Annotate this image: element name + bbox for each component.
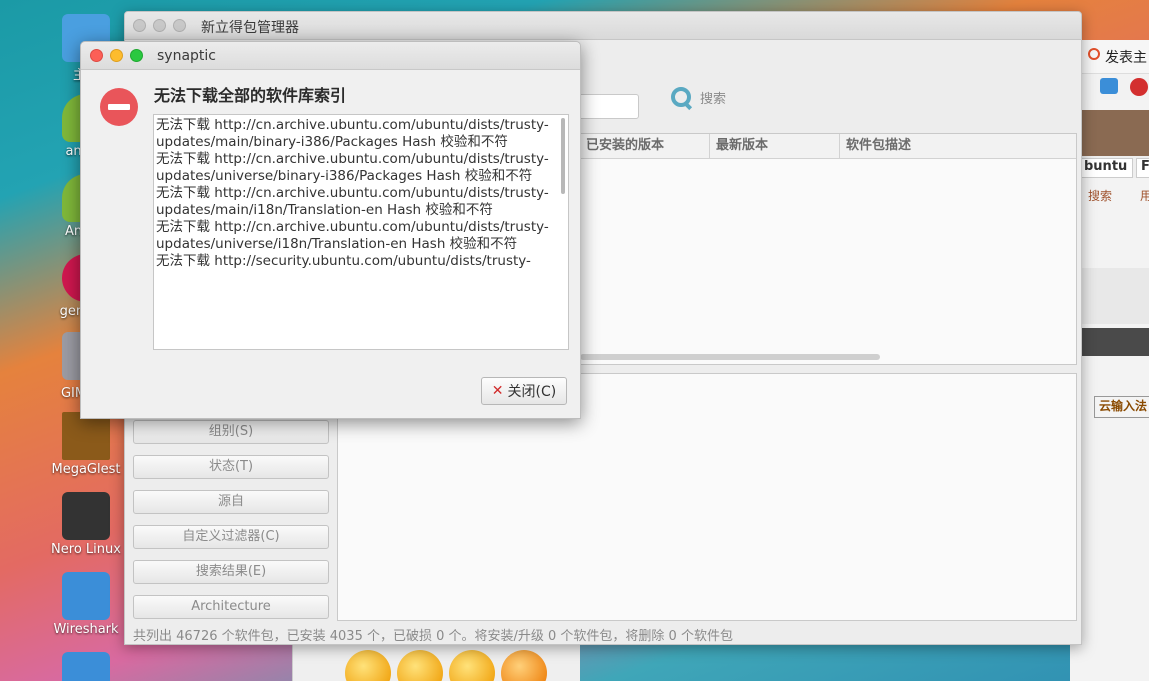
emoji-icon[interactable] [345, 650, 391, 681]
dialog-heading: 无法下载全部的软件库索引 [154, 86, 347, 105]
cloud-input-button[interactable]: 云输入法 [1094, 396, 1149, 418]
error-dialog: synaptic 无法下载全部的软件库索引 无法下载 http://cn.arc… [80, 41, 581, 419]
video-icon [62, 652, 110, 681]
filter-architecture-button[interactable]: Architecture [133, 595, 329, 619]
filter-sections-button[interactable]: 组别(S) [133, 420, 329, 444]
tab-f[interactable]: F [1136, 158, 1149, 178]
search-button-label: 搜索 [700, 91, 727, 107]
emoji-icon[interactable] [397, 650, 443, 681]
filter-custom-button[interactable]: 自定义过滤器(C) [133, 525, 329, 549]
ubuntu-logo-icon [1088, 48, 1100, 60]
emoji-strip [292, 644, 580, 681]
link-search[interactable]: 搜索 [1088, 187, 1112, 204]
error-icon [100, 88, 138, 126]
tab-ubuntu[interactable]: buntu [1078, 158, 1134, 178]
desktop-icon-video[interactable] [20, 652, 152, 681]
maximize-window-icon[interactable] [173, 19, 186, 32]
filter-origin-button[interactable]: 源自 [133, 490, 329, 514]
maximize-dialog-icon[interactable] [130, 49, 143, 62]
main-window-title: 新立得包管理器 [201, 20, 299, 36]
close-dialog-icon[interactable] [90, 49, 103, 62]
dialog-title: synaptic [157, 48, 216, 64]
cloud-icon[interactable] [1100, 78, 1118, 94]
filter-status-button[interactable]: 状态(T) [133, 455, 329, 479]
column-package-description[interactable]: 软件包描述 [840, 134, 1076, 159]
error-message: 无法下载 http://cn.archive.ubuntu.com/ubuntu… [156, 185, 549, 218]
minimize-dialog-icon[interactable] [110, 49, 123, 62]
close-button-label: 关闭(C) [507, 384, 557, 400]
error-message: 无法下载 http://cn.archive.ubuntu.com/ubuntu… [156, 219, 549, 252]
search-button[interactable]: 搜索 [670, 82, 726, 112]
column-latest-version[interactable]: 最新版本 [710, 134, 840, 159]
ad-icon[interactable] [1130, 78, 1148, 96]
link-other[interactable]: 用 [1140, 187, 1149, 204]
message-scrollbar[interactable] [561, 118, 565, 194]
main-titlebar: 新立得包管理器 [125, 12, 1081, 40]
close-window-icon[interactable] [133, 19, 146, 32]
disc-icon [62, 492, 110, 540]
close-x-icon: ✕ [491, 383, 504, 399]
browser-title: 发表主 [1105, 50, 1147, 66]
emoji-icon[interactable] [449, 650, 495, 681]
search-icon [670, 86, 692, 108]
error-message-box[interactable]: 无法下载 http://cn.archive.ubuntu.com/ubuntu… [153, 114, 569, 350]
filter-search-results-button[interactable]: 搜索结果(E) [133, 560, 329, 584]
wireshark-icon [62, 572, 110, 620]
column-installed-version[interactable]: 已安装的版本 [580, 134, 710, 159]
minimize-window-icon[interactable] [153, 19, 166, 32]
error-message: 无法下载 http://cn.archive.ubuntu.com/ubuntu… [156, 151, 549, 184]
error-message-list: 无法下载 http://cn.archive.ubuntu.com/ubuntu… [154, 115, 568, 270]
emoji-icon[interactable] [501, 650, 547, 681]
status-bar: 共列出 46726 个软件包，已安装 4035 个，已破损 0 个。将安装/升级… [133, 629, 733, 644]
dialog-titlebar: synaptic [81, 42, 580, 70]
close-button[interactable]: ✕ 关闭(C) [481, 377, 567, 405]
error-message: 无法下载 http://security.ubuntu.com/ubuntu/d… [156, 253, 531, 269]
horizontal-scrollbar[interactable] [580, 354, 880, 360]
megaglest-icon [62, 412, 110, 460]
error-message: 无法下载 http://cn.archive.ubuntu.com/ubuntu… [156, 117, 549, 150]
